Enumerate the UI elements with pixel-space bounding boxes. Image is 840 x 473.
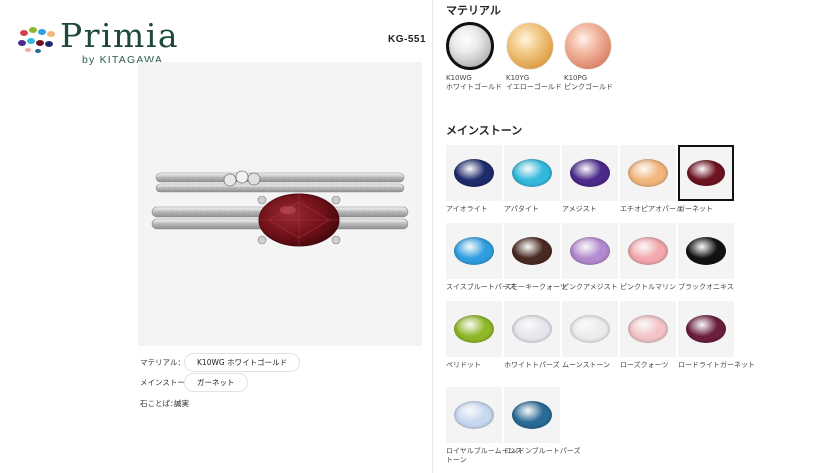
stone-tile — [678, 145, 734, 201]
stone-gem-icon — [628, 159, 668, 187]
stone-name: ロードライトガーネット — [678, 361, 755, 369]
material-swatch — [446, 22, 494, 70]
stone-gem-icon — [628, 315, 668, 343]
stone-tile — [446, 301, 502, 357]
pane-divider — [432, 0, 433, 473]
spec-material-label: マテリアル： — [140, 357, 185, 367]
stone-option[interactable]: ホワイトトパーズ — [504, 301, 560, 370]
stone-name: ロンドンブルートパーズ — [504, 447, 581, 455]
stone-option[interactable]: アイオライト — [446, 145, 502, 214]
stone-tile — [504, 223, 560, 279]
stone-tile — [504, 387, 560, 443]
spec-meaning-label: 石ことば： — [140, 398, 178, 408]
stone-gem-icon — [628, 237, 668, 265]
spec-meaning-value: 誠実 — [174, 398, 189, 408]
stone-option[interactable]: アメジスト — [562, 145, 618, 214]
stone-option[interactable]: ロンドンブルートパーズ — [504, 387, 580, 456]
stone-option[interactable]: エチオピアオパール — [620, 145, 683, 214]
stone-gem-icon — [570, 237, 610, 265]
stone-tile — [678, 223, 734, 279]
stone-tile — [446, 145, 502, 201]
material-option-k10yg[interactable]: K10YG イエローゴールド — [506, 22, 562, 92]
spec-stone-row: メインストーン： ガーネット — [140, 372, 248, 392]
stone-tile — [446, 387, 502, 443]
gems-logo-icon — [18, 27, 55, 53]
brand-name: Primia — [60, 16, 180, 55]
stone-gem-icon — [686, 237, 726, 265]
material-swatch — [564, 22, 612, 70]
stone-option[interactable]: ガーネット — [678, 145, 734, 214]
stone-tile — [504, 145, 560, 201]
spec-stone-value[interactable]: ガーネット — [184, 372, 248, 392]
stone-tile — [620, 301, 676, 357]
stone-gem-icon — [512, 315, 552, 343]
stone-option[interactable]: ムーンストーン — [562, 301, 618, 370]
stone-option[interactable]: ロイヤルブルームーンストーン — [446, 387, 522, 465]
stone-gem-icon — [570, 159, 610, 187]
stone-tile — [562, 145, 618, 201]
stone-option[interactable]: ロードライトガーネット — [678, 301, 755, 370]
stone-tile — [620, 145, 676, 201]
stone-gem-icon — [454, 237, 494, 265]
material-name: イエローゴールド — [506, 83, 562, 91]
stone-gem-icon — [686, 315, 726, 343]
product-code: KG-551 — [388, 34, 427, 45]
stone-tile — [678, 301, 734, 357]
material-swatch — [506, 22, 554, 70]
stone-tile — [562, 301, 618, 357]
stone-tile — [562, 223, 618, 279]
stone-gem-icon — [512, 237, 552, 265]
stone-gem-icon — [687, 160, 725, 186]
stone-gem-icon — [512, 401, 552, 429]
stone-gem-icon — [454, 159, 494, 187]
stone-gem-icon — [512, 159, 552, 187]
material-code: K10YG — [506, 74, 530, 82]
stone-option[interactable]: ピンクアメジスト — [562, 223, 618, 292]
stone-option[interactable]: ピンクトルマリン — [620, 223, 676, 292]
stone-option[interactable]: スイスブルートパーズ — [446, 223, 515, 292]
stone-name: ブラックオニキス — [678, 283, 734, 291]
stone-option[interactable]: ペリドット — [446, 301, 502, 370]
stone-tile — [504, 301, 560, 357]
stone-option[interactable]: アパタイト — [504, 145, 560, 214]
ring-illustration — [151, 170, 409, 247]
stone-name: ガーネット — [678, 205, 713, 213]
material-code: K10PG — [564, 74, 588, 82]
stone-gem-icon — [570, 315, 610, 343]
material-name: ピンクゴールド — [564, 83, 613, 91]
stone-gem-icon — [454, 315, 494, 343]
stone-gem-icon — [454, 401, 494, 429]
material-option-k10wg[interactable]: K10WG ホワイトゴールド — [446, 22, 502, 92]
stone-option[interactable]: ブラックオニキス — [678, 223, 734, 292]
spec-meaning-row: 石ことば： 誠実 — [140, 394, 189, 412]
material-code: K10WG — [446, 74, 472, 82]
stone-tile — [620, 223, 676, 279]
spec-stone-label: メインストーン： — [140, 377, 200, 387]
material-section-title: マテリアル — [446, 5, 501, 17]
material-name: ホワイトゴールド — [446, 83, 502, 91]
spec-material-value[interactable]: K10WG ホワイトゴールド — [184, 352, 301, 372]
stone-option[interactable]: スモーキークォーツ — [504, 223, 567, 292]
material-option-k10pg[interactable]: K10PG ピンクゴールド — [564, 22, 614, 92]
stone-tile — [446, 223, 502, 279]
spec-material-row: マテリアル： K10WG ホワイトゴールド — [140, 352, 301, 372]
stone-section-title: メインストーン — [446, 125, 523, 137]
stone-option[interactable]: ローズクォーツ — [620, 301, 676, 370]
product-image — [138, 62, 422, 346]
